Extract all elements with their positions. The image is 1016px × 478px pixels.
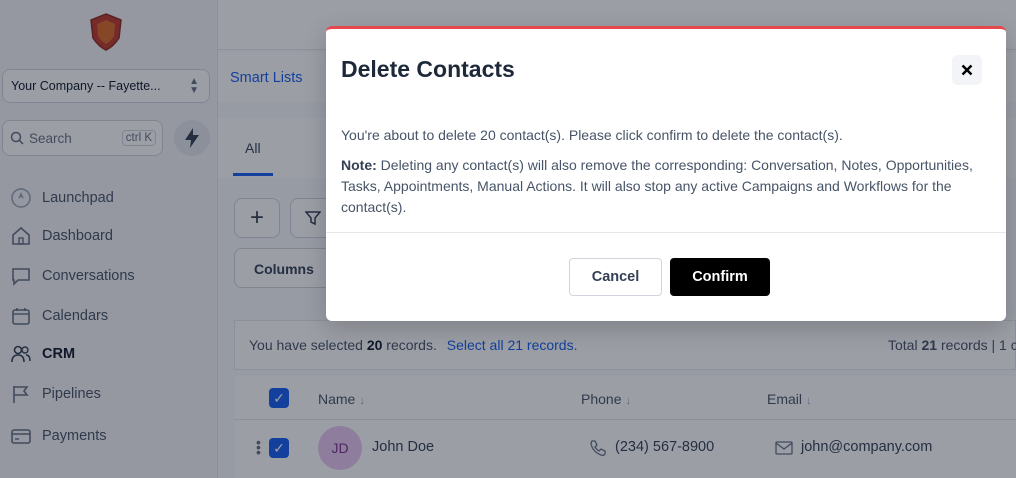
note-text: Deleting any contact(s) will also remove… (341, 157, 973, 215)
dialog-note: Note: Deleting any contact(s) will also … (341, 155, 981, 218)
note-label: Note: (341, 157, 377, 173)
cancel-button[interactable]: Cancel (569, 258, 662, 296)
dialog-divider (326, 232, 1006, 233)
close-button[interactable] (952, 55, 982, 85)
delete-contacts-dialog: Delete Contacts You're about to delete 2… (326, 26, 1006, 321)
dialog-message: You're about to delete 20 contact(s). Pl… (341, 127, 843, 143)
confirm-button[interactable]: Confirm (670, 258, 770, 296)
dialog-title: Delete Contacts (341, 56, 515, 82)
close-icon (961, 64, 973, 76)
